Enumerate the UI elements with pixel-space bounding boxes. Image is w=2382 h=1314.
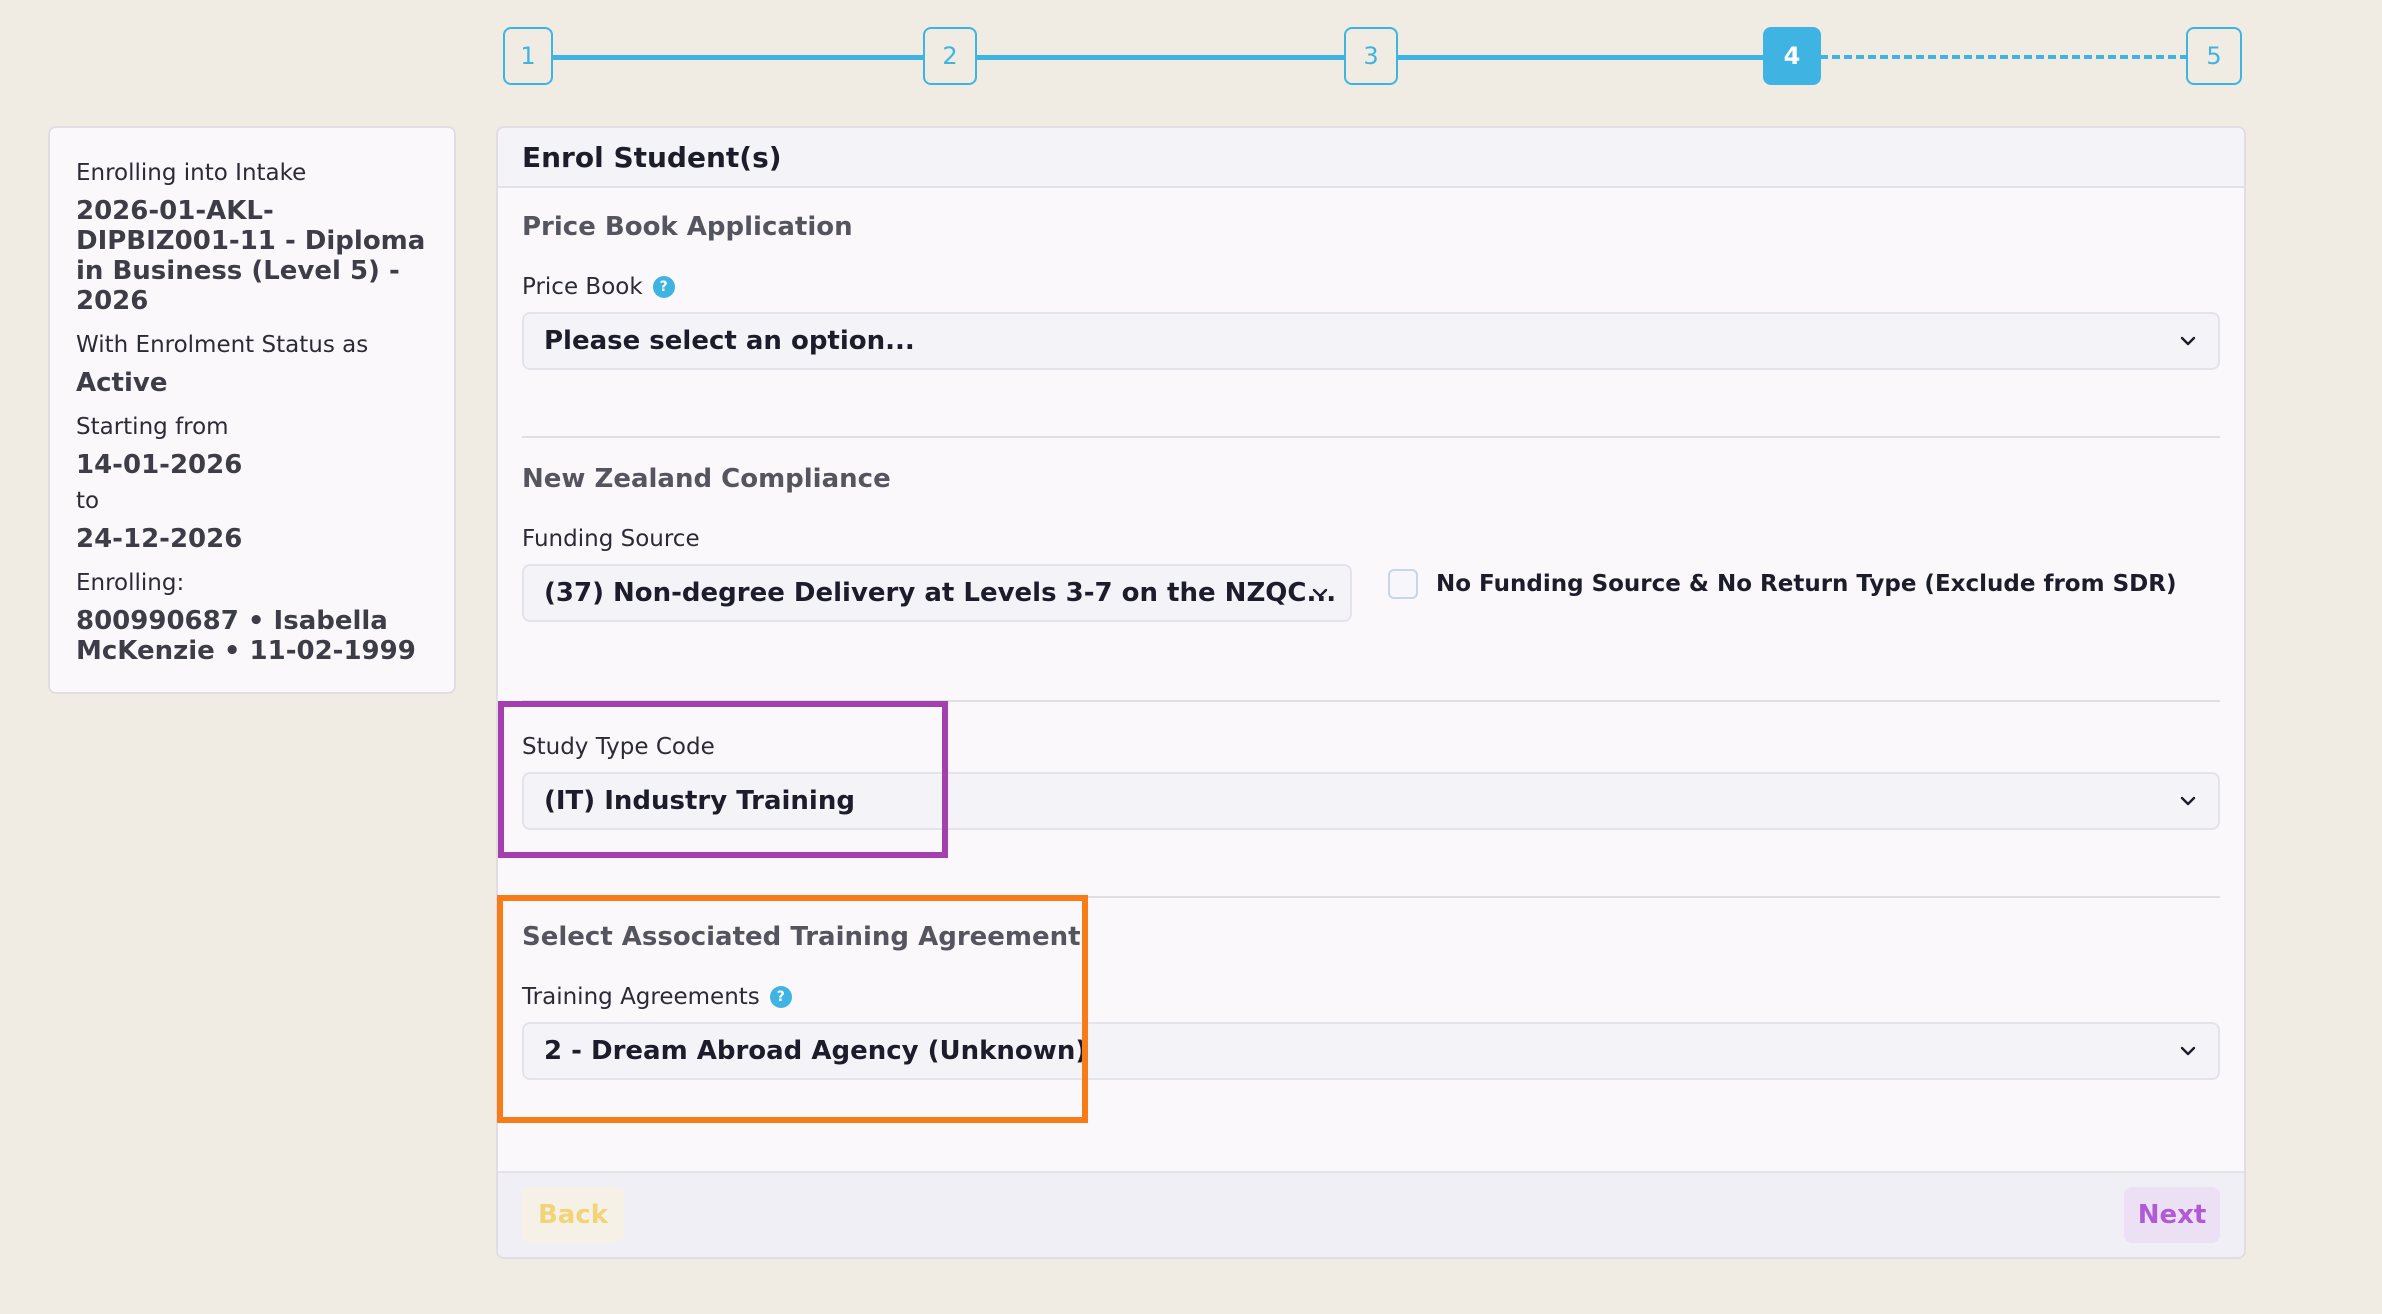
training-agreements-select[interactable]: 2 - Dream Abroad Agency (Unknown) — [522, 1022, 2220, 1080]
to-label: to — [76, 488, 100, 514]
help-icon[interactable]: ? — [769, 986, 792, 1008]
study-type-select[interactable]: (IT) Industry Training — [522, 772, 2220, 830]
step-3[interactable]: 3 — [1344, 27, 1398, 85]
step-5[interactable]: 5 — [2186, 27, 2242, 85]
step-connector-pending — [1820, 55, 2188, 59]
price-book-select[interactable]: Please select an option... — [522, 312, 2220, 370]
status-label: With Enrolment Status as — [76, 332, 369, 358]
chevron-down-icon — [2180, 1046, 2196, 1056]
divider — [522, 700, 2220, 702]
nz-compliance-section-title: New Zealand Compliance — [522, 464, 891, 494]
chevron-down-icon — [2180, 336, 2196, 346]
intake-label: Enrolling into Intake — [76, 160, 307, 186]
panel-footer: Back Next — [498, 1171, 2244, 1257]
enrol-students-panel: Enrol Student(s) Price Book Application … — [496, 126, 2246, 1259]
no-funding-source-checkbox[interactable] — [1388, 569, 1418, 599]
student-value: 800990687 • Isabella McKenzie • 11-02-19… — [76, 606, 416, 666]
study-type-value: (IT) Industry Training — [544, 786, 855, 816]
step-connector — [553, 55, 923, 60]
enrolling-label: Enrolling: — [76, 570, 185, 596]
price-book-label: Price Book — [522, 274, 643, 300]
training-agreements-value: 2 - Dream Abroad Agency (Unknown) — [544, 1036, 1088, 1066]
start-date: 14-01-2026 — [76, 450, 243, 480]
funding-source-label: Funding Source — [522, 526, 700, 552]
divider — [522, 436, 2220, 438]
price-book-section-title: Price Book Application — [522, 212, 853, 242]
funding-source-select[interactable]: (37) Non-degree Delivery at Levels 3-7 o… — [522, 564, 1352, 622]
help-icon[interactable]: ? — [652, 276, 675, 298]
study-type-label: Study Type Code — [522, 734, 715, 760]
training-agreements-label: Training Agreements — [522, 984, 760, 1010]
chevron-down-icon — [2180, 796, 2196, 806]
chevron-down-icon — [1312, 588, 1328, 598]
step-connector — [1397, 55, 1767, 60]
training-agreements-field-label: Training Agreements ? — [522, 984, 792, 1010]
divider — [522, 896, 2220, 898]
status-value: Active — [76, 368, 168, 398]
panel-title: Enrol Student(s) — [498, 128, 2244, 188]
training-agreement-section-title: Select Associated Training Agreement — [522, 922, 1081, 952]
progress-stepper: 1 2 3 4 5 — [0, 0, 2382, 100]
step-4-active[interactable]: 4 — [1763, 27, 1821, 85]
price-book-value: Please select an option... — [544, 326, 915, 356]
back-button[interactable]: Back — [522, 1187, 624, 1243]
step-connector — [975, 55, 1345, 60]
funding-source-value: (37) Non-degree Delivery at Levels 3-7 o… — [544, 578, 1337, 608]
step-1[interactable]: 1 — [503, 27, 553, 85]
end-date: 24-12-2026 — [76, 524, 243, 554]
enrolment-summary: Enrolling into Intake 2026-01-AKL-DIPBIZ… — [48, 126, 456, 694]
no-funding-source-checkbox-row[interactable]: No Funding Source & No Return Type (Excl… — [1388, 569, 2176, 599]
start-label: Starting from — [76, 414, 229, 440]
next-button[interactable]: Next — [2124, 1187, 2220, 1243]
intake-value: 2026-01-AKL-DIPBIZ001-11 - Diploma in Bu… — [76, 196, 426, 316]
price-book-field-label: Price Book ? — [522, 274, 675, 300]
step-2[interactable]: 2 — [923, 27, 977, 85]
no-funding-source-label: No Funding Source & No Return Type (Excl… — [1436, 571, 2177, 597]
